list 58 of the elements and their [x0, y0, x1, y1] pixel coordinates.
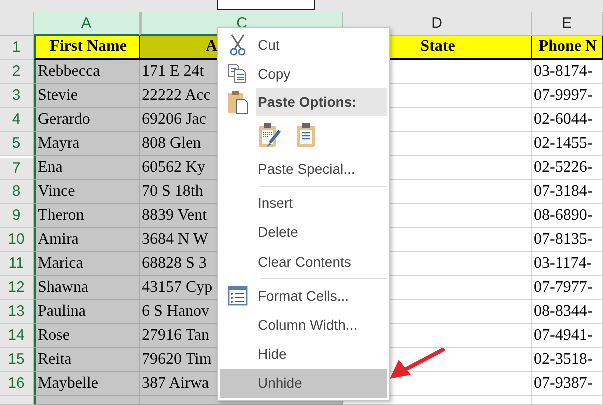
arrow-drawing — [389, 346, 445, 382]
row-header[interactable]: 8 — [0, 180, 34, 204]
table-cell: 07-8135- — [532, 228, 603, 252]
table-cell: Theron — [34, 204, 140, 228]
table-cell: Shawna — [34, 276, 140, 300]
table-cell: 03-8174- — [532, 60, 603, 84]
column-header[interactable]: D — [343, 12, 532, 36]
table-cell: 08-8344- — [532, 300, 603, 324]
table-cell: Rebbecca — [34, 60, 140, 84]
table-cell: Gerardo — [34, 108, 140, 132]
table-cell: 02-3518- — [532, 348, 603, 372]
table-cell: 08-6890- — [532, 204, 603, 228]
table-cell: Maybelle — [34, 372, 140, 396]
row-header[interactable]: 1 — [0, 36, 34, 60]
row-header[interactable]: 12 — [0, 276, 34, 300]
table-cell: Vince — [34, 180, 140, 204]
row-header[interactable]: 5 — [0, 132, 34, 156]
table-cell: Paulina — [34, 300, 140, 324]
table-cell: 07-4941- — [532, 324, 603, 348]
table-cell: Phone N — [532, 36, 603, 60]
menu-item[interactable]: Unhide — [220, 368, 387, 398]
row-header[interactable]: 13 — [0, 300, 34, 324]
row-header[interactable]: 16 — [0, 372, 34, 396]
table-cell: 07-9387- — [532, 372, 603, 396]
column-header[interactable]: E — [532, 12, 603, 36]
table-cell: 02-5226- — [532, 156, 603, 180]
table-cell: Reita — [34, 348, 140, 372]
row-header[interactable]: 14 — [0, 324, 34, 348]
row-header[interactable]: 9 — [0, 204, 34, 228]
table-cell: Amira — [34, 228, 140, 252]
list-icon — [228, 286, 248, 306]
row-header[interactable]: 7 — [0, 156, 34, 180]
table-cell: First Name — [34, 36, 140, 60]
row-header[interactable]: 10 — [0, 228, 34, 252]
table-cell: 07-9997- — [532, 84, 603, 108]
table-cell: Rose — [34, 324, 140, 348]
table-cell: Ena — [34, 156, 140, 180]
row-header[interactable]: 3 — [0, 84, 34, 108]
column-header[interactable]: A — [34, 12, 140, 36]
clipboard-icon — [227, 89, 249, 116]
row-header[interactable]: 15 — [0, 348, 34, 372]
table-cell: Mayra — [34, 132, 140, 156]
table-cell: 03-1174- — [532, 252, 603, 276]
row-header[interactable]: 4 — [0, 108, 34, 132]
table-cell: 02-6044- — [532, 108, 603, 132]
scissors-icon — [229, 34, 247, 56]
table-cell: Stevie — [34, 84, 140, 108]
row-header[interactable]: 11 — [0, 252, 34, 276]
row-header[interactable]: 2 — [0, 60, 34, 84]
table-cell: 07-3184- — [532, 180, 603, 204]
menu-section-header: Paste Options: — [256, 88, 387, 116]
paste-values-icon[interactable] — [296, 122, 316, 148]
table-cell: 07-7977- — [532, 276, 603, 300]
table-cell — [532, 396, 603, 405]
table-cell: Marica — [34, 252, 140, 276]
table-cell: 02-1455- — [532, 132, 603, 156]
copy-icon — [228, 64, 248, 84]
paste-brush-icon[interactable] — [258, 122, 282, 148]
